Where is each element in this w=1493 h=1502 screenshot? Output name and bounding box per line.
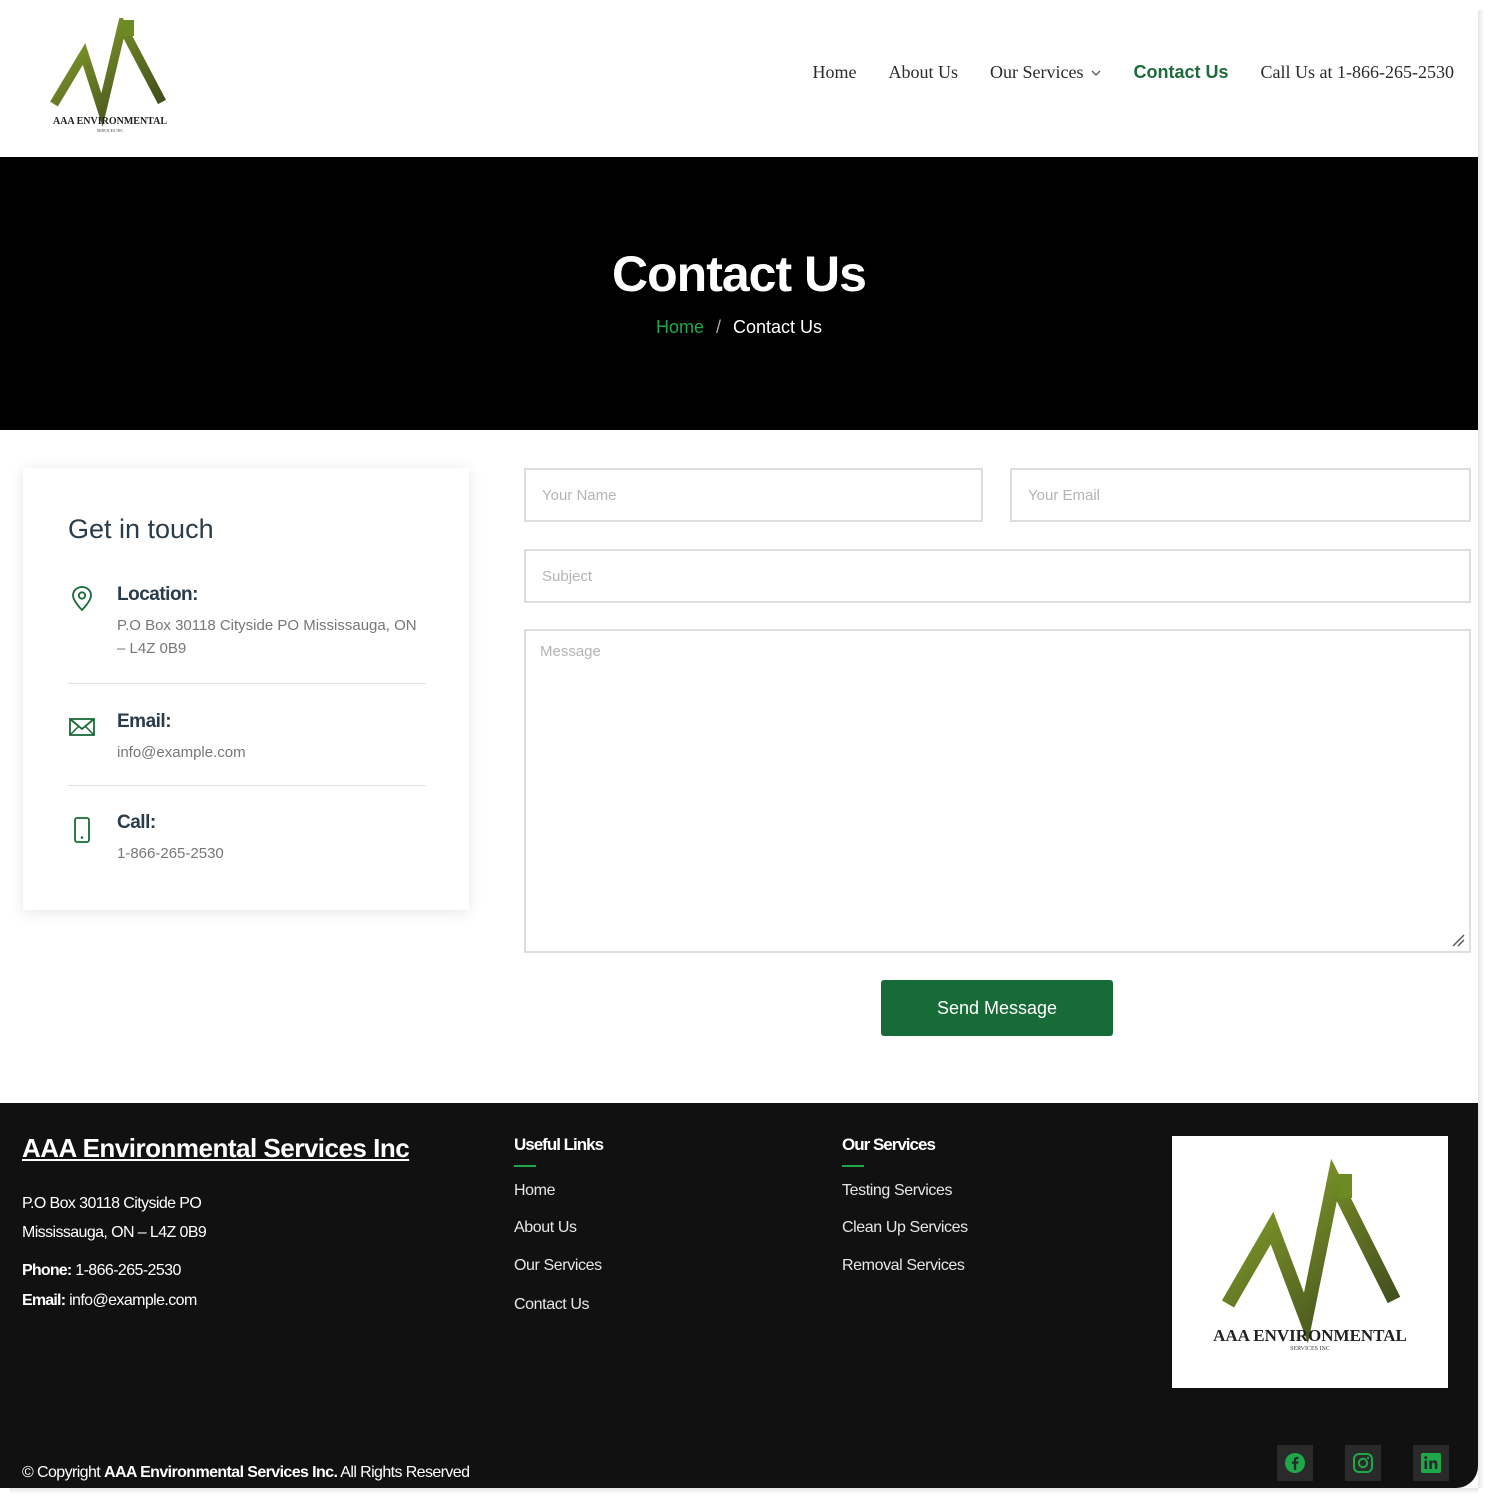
name-input[interactable]: Your Name	[524, 468, 983, 522]
footer-link-clean-up-services[interactable]: Clean Up Services	[842, 1219, 968, 1237]
footer-company-name[interactable]: AAA Environmental Services Inc	[22, 1133, 410, 1164]
footer-phone: Phone: 1-866-265-2530	[22, 1262, 181, 1280]
page: AAA ENVIRONMENTAL SERVICES INC Home Abou…	[0, 0, 1478, 1488]
location-block: Location: P.O Box 30118 Cityside PO Miss…	[68, 584, 426, 664]
copyright-suffix: All Rights Reserved	[340, 1464, 470, 1481]
footer-phone-label: Phone:	[22, 1262, 72, 1279]
nav-home[interactable]: Home	[813, 62, 857, 83]
facebook-icon	[1285, 1453, 1305, 1473]
subject-input[interactable]: Subject	[524, 549, 1471, 603]
contact-info-card: Get in touch Location: P.O Box 30118 Cit…	[23, 468, 469, 910]
linkedin-button[interactable]	[1413, 1445, 1449, 1481]
email-block: Email: info@example.com	[68, 711, 426, 771]
footer-address: P.O Box 30118 Cityside PO Mississauga, O…	[22, 1189, 207, 1247]
copyright-prefix: © Copyright	[22, 1464, 101, 1481]
svg-text:AAA ENVIRONMENTAL: AAA ENVIRONMENTAL	[1213, 1326, 1407, 1345]
location-value: P.O Box 30118 Cityside PO Mississauga, O…	[117, 617, 417, 657]
breadcrumb-separator: /	[715, 317, 721, 337]
footer-phone-value[interactable]: 1-866-265-2530	[75, 1262, 181, 1279]
subject-placeholder: Subject	[542, 567, 593, 585]
footer-link-removal-services[interactable]: Removal Services	[842, 1257, 965, 1275]
main-nav: Home About Us Our Services Contact Us Ca…	[813, 62, 1455, 83]
divider	[68, 785, 426, 786]
location-label: Location:	[117, 584, 199, 605]
footer-logo: AAA ENVIRONMENTAL SERVICES INC	[1172, 1136, 1448, 1388]
page-hero: Contact Us Home / Contact Us	[0, 157, 1478, 430]
message-placeholder: Message	[540, 643, 601, 660]
resize-handle-icon[interactable]	[1451, 933, 1465, 947]
call-value[interactable]: 1-866-265-2530	[117, 842, 417, 865]
footer-address-line2: Mississauga, ON – L4Z 0B9	[22, 1224, 207, 1241]
breadcrumb-home-link[interactable]: Home	[656, 317, 704, 338]
site-footer: AAA Environmental Services Inc P.O Box 3…	[0, 1103, 1478, 1488]
nav-contact-label: Contact Us	[1133, 62, 1229, 82]
nav-home-label: Home	[812, 62, 857, 82]
useful-links-heading: Useful Links	[514, 1135, 604, 1154]
frame-shadow	[1478, 10, 1484, 1488]
message-textarea[interactable]: Message	[524, 629, 1471, 953]
footer-link-contact-us[interactable]: Contact Us	[514, 1296, 590, 1314]
nav-about-label: About Us	[888, 62, 959, 82]
heading-underline	[842, 1165, 864, 1167]
phone-icon	[74, 817, 90, 843]
footer-link-our-services[interactable]: Our Services	[514, 1257, 602, 1275]
linkedin-icon	[1421, 1453, 1441, 1473]
nav-call-us[interactable]: Call Us at 1-866-265-2530	[1261, 62, 1454, 83]
envelope-icon	[69, 718, 95, 736]
call-block: Call: 1-866-265-2530	[68, 812, 426, 872]
page-title: Contact Us	[612, 246, 867, 302]
frame-shadow	[10, 1488, 1478, 1494]
brand-logo[interactable]: AAA ENVIRONMENTAL SERVICES INC	[44, 18, 176, 136]
email-value[interactable]: info@example.com	[117, 741, 417, 764]
footer-link-home[interactable]: Home	[514, 1182, 555, 1200]
nav-contact-us[interactable]: Contact Us	[1134, 62, 1229, 83]
nav-call-label: Call Us at 1-866-265-2530	[1260, 62, 1454, 82]
nav-our-services[interactable]: Our Services	[990, 62, 1101, 83]
footer-link-testing-services[interactable]: Testing Services	[842, 1182, 952, 1200]
copyright-company: AAA Environmental Services Inc.	[103, 1464, 338, 1481]
email-input[interactable]: Your Email	[1010, 468, 1471, 522]
name-placeholder: Your Name	[542, 486, 617, 504]
instagram-button[interactable]	[1345, 1445, 1381, 1481]
call-label: Call:	[117, 812, 156, 833]
footer-email-value[interactable]: info@example.com	[69, 1292, 197, 1309]
svg-text:SERVICES INC: SERVICES INC	[1290, 1346, 1330, 1352]
footer-address-line1: P.O Box 30118 Cityside PO	[22, 1195, 202, 1212]
divider	[68, 683, 426, 684]
site-header: AAA ENVIRONMENTAL SERVICES INC Home Abou…	[0, 0, 1478, 157]
breadcrumb: Home / Contact Us	[0, 317, 1478, 338]
nav-about-us[interactable]: About Us	[889, 62, 959, 83]
heading-underline	[514, 1165, 536, 1167]
instagram-icon	[1353, 1453, 1373, 1473]
breadcrumb-current: Contact Us	[732, 317, 823, 337]
facebook-button[interactable]	[1277, 1445, 1313, 1481]
footer-email: Email: info@example.com	[22, 1292, 197, 1310]
our-services-heading: Our Services	[842, 1135, 936, 1154]
chevron-down-icon	[1091, 70, 1100, 76]
footer-link-about-us[interactable]: About Us	[514, 1219, 577, 1237]
send-message-button[interactable]: Send Message	[881, 980, 1113, 1036]
email-label: Email:	[117, 711, 172, 732]
location-pin-icon	[72, 586, 92, 612]
email-placeholder: Your Email	[1028, 486, 1100, 504]
nav-services-label: Our Services	[990, 62, 1084, 82]
copyright-text: © Copyright AAA Environmental Services I…	[22, 1464, 470, 1482]
card-title: Get in touch	[68, 514, 214, 544]
footer-logo-mark: AAA ENVIRONMENTAL SERVICES INC	[1213, 1158, 1407, 1352]
svg-text:SERVICES INC: SERVICES INC	[97, 128, 124, 133]
svg-text:AAA ENVIRONMENTAL: AAA ENVIRONMENTAL	[53, 116, 167, 127]
footer-email-label: Email:	[22, 1292, 66, 1309]
